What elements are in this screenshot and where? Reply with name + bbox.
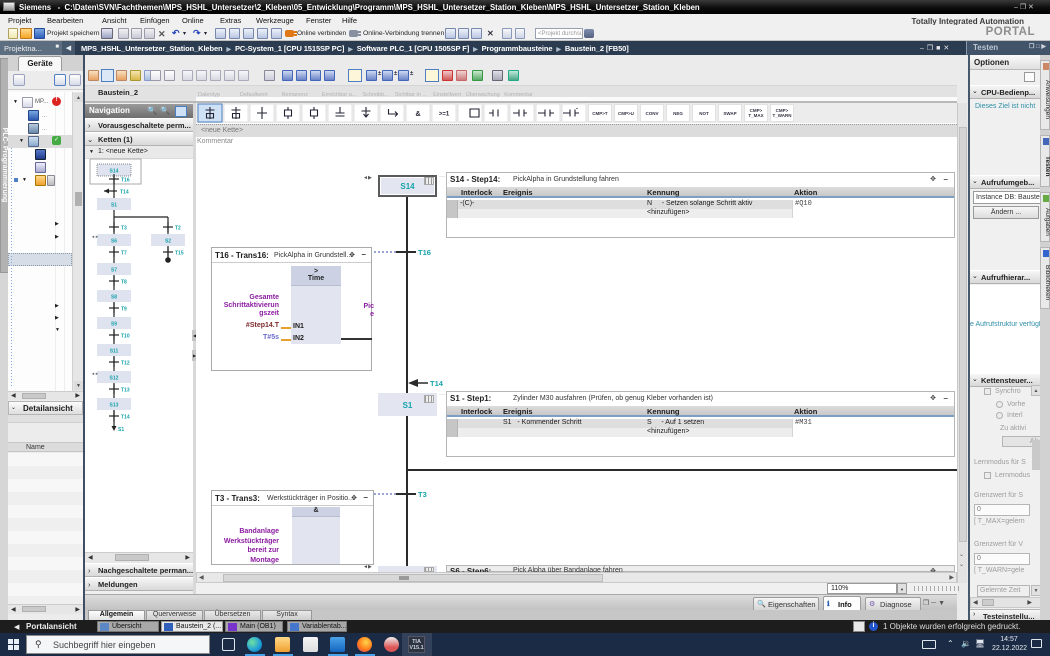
svg-text:T10: T10 [121, 334, 130, 340]
svg-text:S1: S1 [118, 427, 124, 433]
svg-text:S11: S11 [110, 349, 119, 355]
svg-text:T13: T13 [121, 388, 130, 394]
svg-text:S6: S6 [111, 239, 117, 245]
svg-text:S13: S13 [110, 403, 119, 409]
svg-text:T3: T3 [418, 490, 427, 499]
svg-text:T14: T14 [121, 415, 130, 421]
svg-text:S7: S7 [111, 268, 117, 274]
svg-text:S14: S14 [110, 169, 119, 175]
svg-text:T9: T9 [121, 307, 127, 313]
svg-text:◄►: ◄► [91, 371, 99, 376]
svg-text:S8: S8 [111, 295, 117, 301]
svg-text:T15: T15 [175, 251, 184, 257]
svg-text:T8: T8 [121, 280, 127, 286]
svg-text:T14: T14 [430, 379, 444, 388]
svg-text:T12: T12 [121, 361, 130, 367]
svg-text:S9: S9 [111, 322, 117, 328]
svg-text:T7: T7 [121, 251, 127, 257]
svg-text:T14: T14 [120, 190, 129, 196]
svg-text:T16: T16 [418, 248, 431, 257]
svg-text:S1: S1 [111, 203, 117, 209]
svg-text:T16: T16 [121, 178, 130, 184]
svg-text:T2: T2 [175, 226, 181, 232]
svg-text:◄►: ◄► [91, 234, 99, 239]
svg-text:T3: T3 [121, 226, 127, 232]
svg-text:S2: S2 [165, 239, 171, 245]
svg-text:S12: S12 [110, 376, 119, 382]
